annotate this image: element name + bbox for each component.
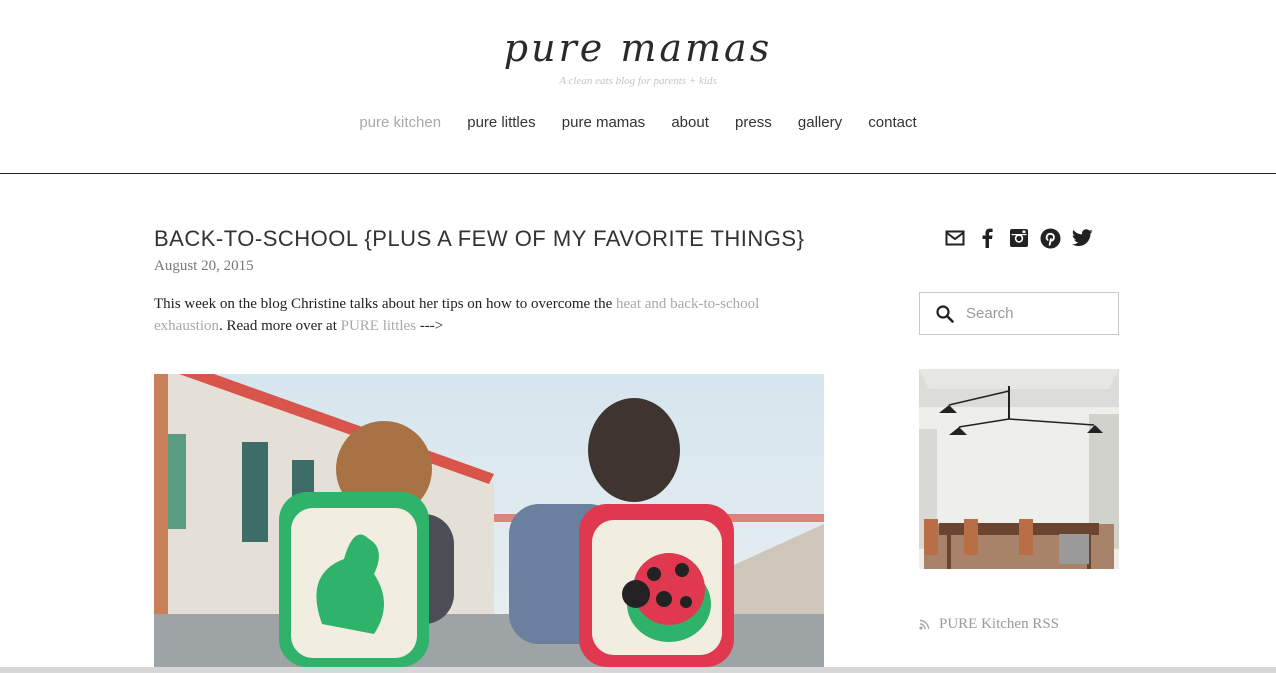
nav-item-about[interactable]: about (671, 114, 709, 131)
site-logo[interactable]: pure mamas (0, 26, 1276, 70)
main-nav: pure kitchen pure littles pure mamas abo… (0, 114, 1276, 131)
twitter-icon[interactable] (1072, 227, 1093, 249)
post-body-intro: This week on the blog Christine talks ab… (154, 296, 616, 312)
bottom-scroll-edge (0, 667, 1276, 673)
nav-item-press[interactable]: press (735, 114, 772, 131)
social-icons (944, 227, 1093, 249)
pinterest-icon[interactable] (1040, 227, 1061, 249)
post-body: This week on the blog Christine talks ab… (154, 293, 794, 337)
rss-link[interactable]: PURE Kitchen RSS (919, 616, 1059, 633)
nav-item-gallery[interactable]: gallery (798, 114, 842, 131)
nav-item-pure-mamas[interactable]: pure mamas (562, 114, 645, 131)
rss-icon (919, 619, 930, 630)
search-icon (936, 304, 954, 323)
facebook-icon[interactable] (976, 227, 997, 249)
search-input[interactable] (964, 304, 1108, 323)
post-hero-image (154, 374, 824, 667)
post-title[interactable]: BACK-TO-SCHOOL {PLUS A FEW OF MY FAVORIT… (154, 226, 804, 252)
email-icon[interactable] (944, 227, 965, 249)
instagram-icon[interactable] (1008, 227, 1029, 249)
nav-item-pure-kitchen[interactable]: pure kitchen (359, 114, 441, 131)
search-box[interactable] (919, 292, 1119, 335)
nav-item-pure-littles[interactable]: pure littles (467, 114, 535, 131)
post-date: August 20, 2015 (154, 258, 254, 274)
site-tagline: A clean eats blog for parents + kids (559, 75, 717, 87)
post-body-end: ---> (416, 318, 444, 334)
header-divider (0, 173, 1276, 174)
pure-littles-link[interactable]: PURE littles (341, 318, 416, 334)
nav-item-contact[interactable]: contact (868, 114, 916, 131)
post-body-mid: . Read more over at (219, 318, 341, 334)
sidebar-image (919, 369, 1119, 569)
rss-label: PURE Kitchen RSS (939, 616, 1060, 632)
